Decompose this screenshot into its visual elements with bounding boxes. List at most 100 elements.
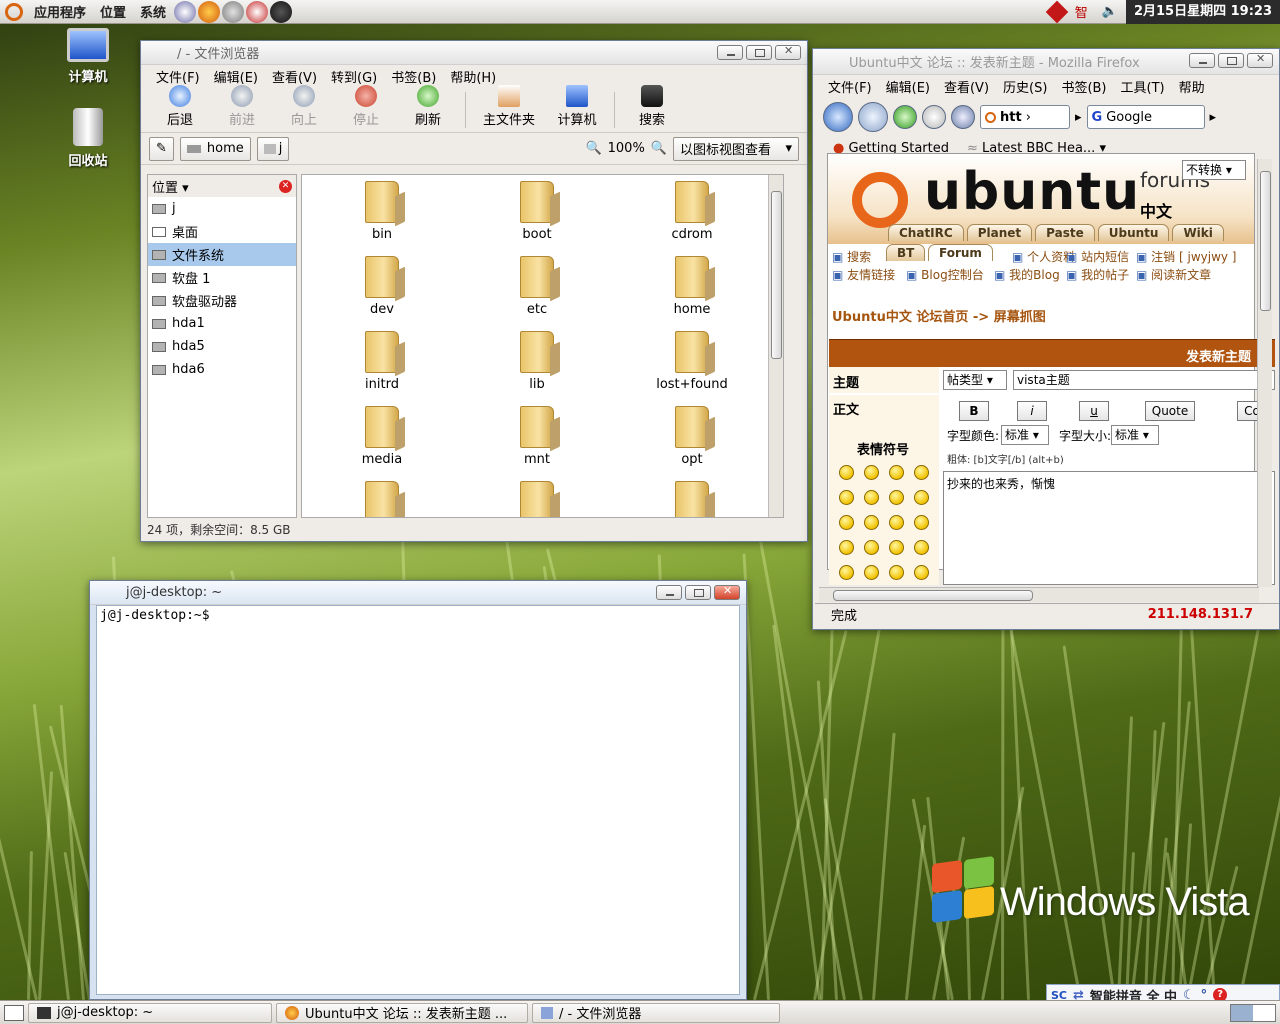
close-button[interactable] [1247,52,1273,68]
breadcrumb[interactable]: Ubuntu中文 论坛首页 -> 屏幕抓图 [832,306,1046,325]
user-link[interactable]: ▣ 我的Blog [994,266,1060,283]
smiley-icon[interactable] [889,565,904,580]
sidebar-title-dropdown[interactable]: 位置 ▾ [152,177,189,196]
sidebar-item[interactable]: 软盘驱动器 [148,289,296,312]
reload-button[interactable]: 刷新 [397,85,459,128]
clock[interactable]: 2月15日星期四 19:23 [1125,0,1280,24]
smiley-icon[interactable] [839,515,854,530]
menu-places[interactable]: 位置 [93,2,133,21]
sidebar-item[interactable]: 桌面 [148,220,296,243]
folder-item[interactable]: bin [322,181,442,242]
user-link[interactable]: ▣ 注销 [ jwyjwy ] [1136,248,1236,265]
menu-applications[interactable]: 应用程序 [27,2,93,21]
firefox-titlebar[interactable]: Ubuntu中文 论坛 :: 发表新主题 - Mozilla Firefox [813,49,1279,75]
message-textarea[interactable]: 抄来的也来秀，惭愧 [943,471,1275,585]
convert-select[interactable]: 不转换 ▾ [1182,160,1246,180]
search-go-button[interactable]: ▸ [1210,110,1217,125]
smiley-icon[interactable] [839,465,854,480]
user-link[interactable]: ▣ Blog控制台 [906,266,984,283]
ubuntu-logo-icon[interactable] [5,2,23,21]
vertical-scrollbar[interactable] [1257,159,1272,587]
desktop-icon-trash[interactable]: 回收站 [48,108,128,169]
folder-item[interactable]: dev [322,256,442,317]
maximize-button[interactable] [1218,53,1244,68]
smiley-icon[interactable] [889,465,904,480]
subject-input[interactable]: vista主题 [1013,370,1275,390]
smiley-icon[interactable] [864,565,879,580]
sidebar-item[interactable]: hda1 [148,312,296,335]
smiley-icon[interactable] [889,540,904,555]
scrollbar-thumb[interactable] [833,590,1033,601]
task-firefox[interactable]: Ubuntu中文 论坛 :: 发表新主题 ... [276,1002,528,1023]
sidebar-item[interactable]: hda5 [148,335,296,358]
forward-arrow-icon[interactable] [858,102,888,132]
post-type-select[interactable]: 帖类型 ▾ [943,370,1007,390]
minimize-button[interactable] [1189,53,1215,68]
quote-button[interactable]: Quote [1145,401,1195,421]
folder-item[interactable]: boot [477,181,597,242]
close-button[interactable] [714,584,740,600]
computer-button[interactable]: 计算机 [546,85,608,128]
sidebar-item[interactable]: j [148,197,296,220]
user-link[interactable]: ▣ 搜索 [832,248,871,265]
menu-file[interactable]: 文件(F) [149,67,207,86]
smiley-icon[interactable] [889,490,904,505]
smiley-icon[interactable] [914,540,929,555]
close-sidebar-icon[interactable]: ✕ [279,179,292,193]
smiley-icon[interactable] [839,490,854,505]
folder-item[interactable]: cdrom [632,181,752,242]
task-terminal[interactable]: j@j-desktop: ~ [28,1002,272,1023]
crumb-j[interactable]: j [256,136,290,161]
stop-button[interactable]: 停止 [335,85,397,128]
sidebar-item[interactable]: 文件系统 [148,243,296,266]
horizontal-scrollbar[interactable] [819,587,1259,602]
launcher-app-icon[interactable] [174,0,197,23]
home-icon[interactable] [951,105,975,129]
user-link[interactable]: ▣ 站内短信 [1066,248,1129,265]
menu-help[interactable]: 帮助(H) [443,67,503,86]
menu-bookmarks[interactable]: 书签(B) [1054,77,1113,96]
folder-item[interactable]: etc [477,256,597,317]
stop-icon[interactable] [922,105,946,129]
forward-button[interactable]: 前进 [211,85,273,128]
scrollbar-thumb[interactable] [771,191,782,359]
smiley-icon[interactable] [914,565,929,580]
folder-item[interactable]: mnt [477,406,597,467]
bold-button[interactable]: B [959,401,989,421]
smiley-icon[interactable] [839,565,854,580]
desktop-icon-computer[interactable]: 计算机 [48,28,128,85]
terminal-launcher-icon[interactable] [270,0,293,23]
folder-item[interactable]: lost+found [632,331,752,392]
underline-button[interactable]: u [1079,401,1109,421]
menu-system[interactable]: 系统 [133,2,173,21]
menu-history[interactable]: 历史(S) [996,77,1054,96]
back-button[interactable]: 后退 [149,85,211,128]
smiley-icon[interactable] [864,515,879,530]
up-button[interactable]: 向上 [273,85,335,128]
menu-view[interactable]: 查看(V) [937,77,996,96]
smiley-icon[interactable] [864,490,879,505]
search-box[interactable]: G Google [1086,105,1205,129]
folder-item[interactable] [632,481,752,517]
menu-file[interactable]: 文件(F) [821,77,879,96]
menu-edit[interactable]: 编辑(E) [879,77,937,96]
site-tab[interactable]: Planet [966,224,1033,241]
user-link[interactable]: ▣ 我的帖子 [1066,266,1129,283]
zoom-level[interactable]: 100% [608,141,645,156]
volume-icon[interactable]: 🔈 [1102,4,1118,19]
forum-subtab[interactable]: Forum [928,244,993,261]
go-button[interactable]: ▸ [1075,110,1082,125]
workspace-switcher[interactable] [1230,1003,1276,1022]
sidebar-item[interactable]: hda6 [148,358,296,381]
smiley-icon[interactable] [914,465,929,480]
user-link[interactable]: ▣ 阅读新文章 [1136,266,1211,283]
site-tab[interactable]: Wiki [1172,224,1224,241]
smiley-icon[interactable] [864,540,879,555]
zoom-in-icon[interactable]: 🔍 [651,141,667,156]
minimize-button[interactable] [717,45,743,60]
italic-button[interactable]: i [1017,401,1047,421]
folder-item[interactable]: media [322,406,442,467]
smiley-icon[interactable] [889,515,904,530]
site-tab[interactable]: Ubuntu [1097,224,1170,241]
url-bar[interactable]: htt › [980,105,1070,129]
